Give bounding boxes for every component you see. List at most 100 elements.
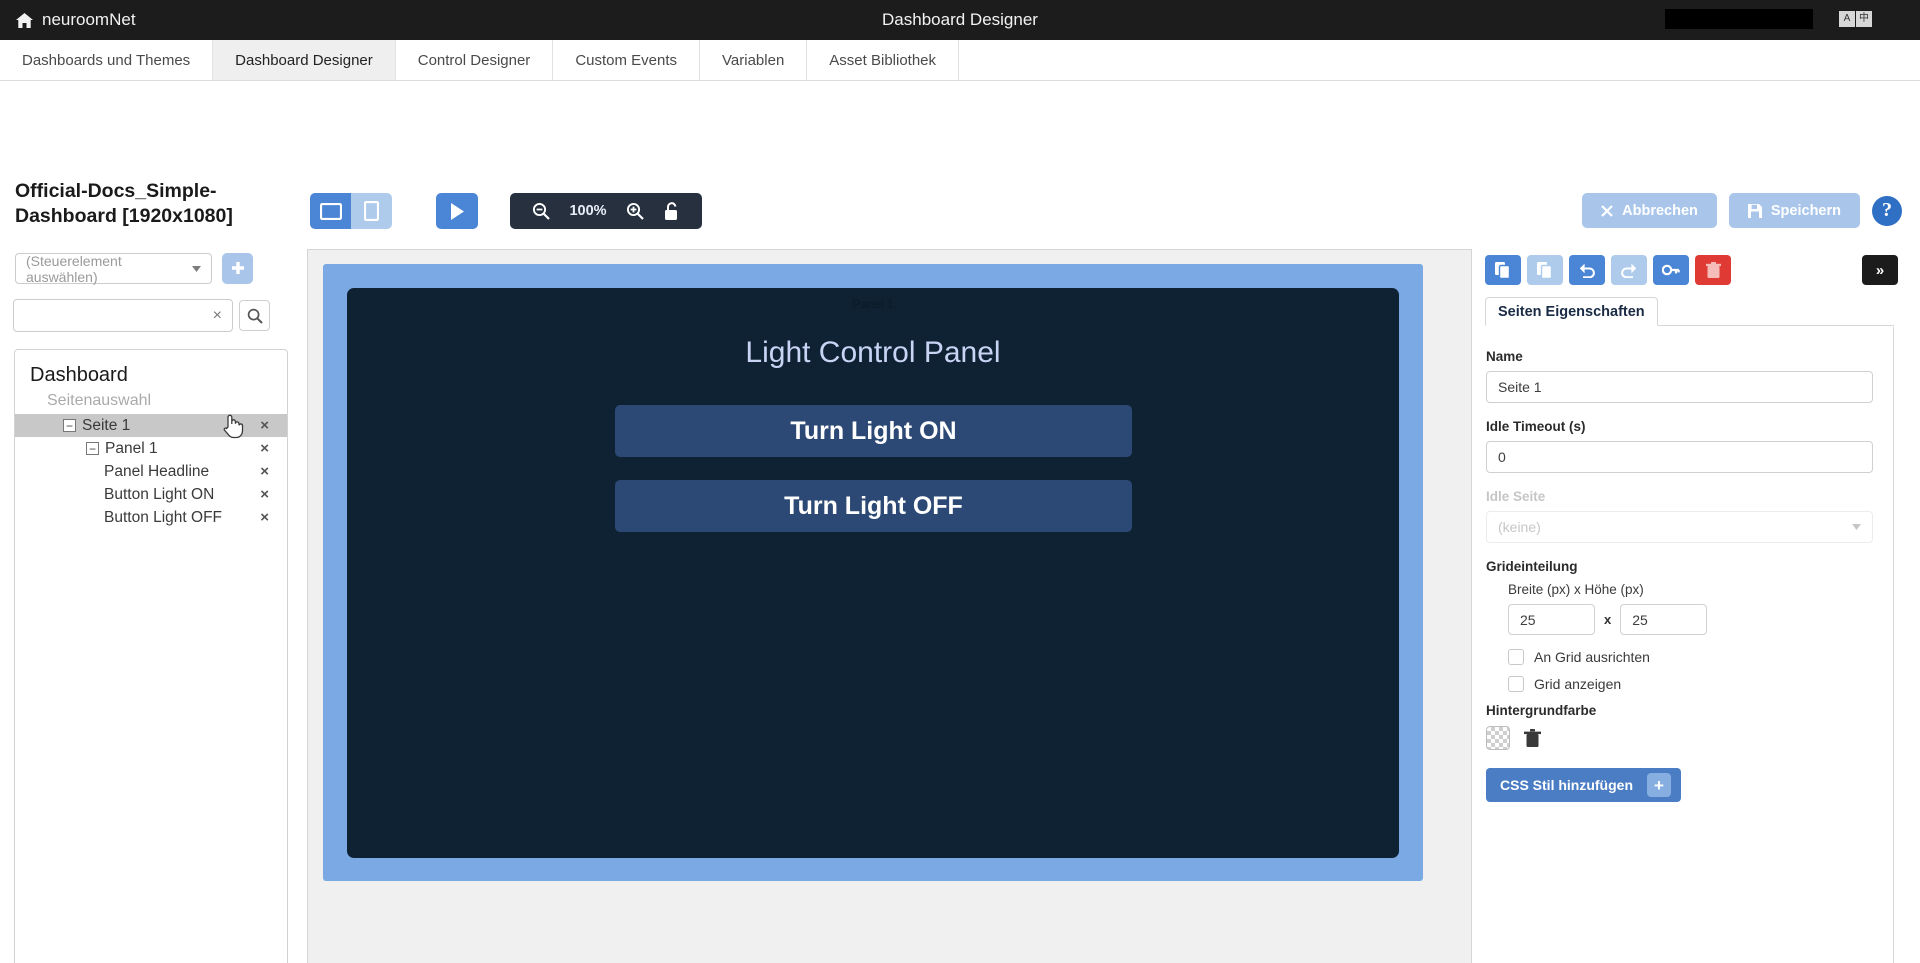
tree-item-label: Seite 1: [82, 417, 130, 435]
ime-cjk-icon: 中: [1856, 11, 1872, 27]
tree-group-label: Seitenauswahl: [15, 392, 287, 414]
background-color-row: [1486, 726, 1873, 750]
button-light-off[interactable]: Turn Light OFF: [615, 480, 1132, 532]
properties-panel: » Seiten Eigenschaften Name Seite 1 Idle…: [1478, 249, 1906, 963]
panel-label: Panel 1: [347, 297, 1399, 311]
zoom-level[interactable]: 100%: [560, 203, 616, 219]
nav-tab-custom-events[interactable]: Custom Events: [553, 40, 700, 80]
tree-item-button-light-on[interactable]: Button Light ON ×: [15, 483, 287, 506]
zoom-out-button[interactable]: [524, 193, 558, 229]
tab-seiten-eigenschaften[interactable]: Seiten Eigenschaften: [1485, 297, 1658, 326]
element-tree: Dashboard Seitenauswahl − Seite 1 × − Pa…: [14, 349, 288, 963]
search-input[interactable]: ×: [13, 299, 233, 332]
search-button[interactable]: [239, 300, 270, 331]
nav-tab-variablen[interactable]: Variablen: [700, 40, 807, 80]
main-nav: Dashboards und Themes Dashboard Designer…: [0, 40, 1920, 81]
lock-button[interactable]: [654, 193, 688, 229]
tree-item-panel-1[interactable]: − Panel 1 ×: [15, 437, 287, 460]
tree-item-label: Button Light ON: [104, 486, 214, 504]
nav-tab-asset-bibliothek[interactable]: Asset Bibliothek: [807, 40, 959, 80]
show-grid-checkbox[interactable]: Grid anzeigen: [1508, 676, 1873, 692]
brand-label: neuroomNet: [42, 10, 136, 30]
home-icon: [16, 13, 33, 28]
clear-search-icon[interactable]: ×: [213, 307, 222, 325]
zoom-in-button[interactable]: [618, 193, 652, 229]
tree-search-row: ×: [13, 299, 270, 332]
tree-item-panel-headline[interactable]: Panel Headline ×: [15, 460, 287, 483]
nav-tab-dashboard-designer[interactable]: Dashboard Designer: [213, 40, 396, 80]
tree-item-delete-icon[interactable]: ×: [260, 509, 269, 526]
properties-form: Name Seite 1 Idle Timeout (s) 0 Idle Sei…: [1478, 327, 1894, 963]
help-button[interactable]: ?: [1872, 196, 1902, 226]
redo-button[interactable]: [1611, 255, 1647, 285]
cancel-button[interactable]: Abbrechen: [1582, 193, 1717, 228]
zoom-toolbar: 100%: [510, 193, 702, 229]
idle-page-value: (keine): [1498, 519, 1541, 535]
collapse-toggle-icon[interactable]: −: [86, 442, 99, 455]
play-icon: [450, 203, 465, 220]
button-light-on[interactable]: Turn Light ON: [615, 405, 1132, 457]
add-control-button[interactable]: [222, 253, 253, 284]
clear-background-color-icon[interactable]: [1524, 729, 1541, 748]
undo-icon: [1578, 262, 1596, 278]
grid-dims-row: 25 x 25: [1508, 604, 1873, 635]
paste-button[interactable]: [1527, 255, 1563, 285]
idle-page-select[interactable]: (keine): [1486, 511, 1873, 543]
canvas-area[interactable]: Panel 1 Light Control Panel Turn Light O…: [307, 249, 1472, 963]
save-button[interactable]: Speichern: [1729, 193, 1860, 228]
tree-item-button-light-off[interactable]: Button Light OFF ×: [15, 506, 287, 529]
save-label: Speichern: [1771, 203, 1841, 219]
preview-button[interactable]: [436, 193, 478, 229]
show-grid-label: Grid anzeigen: [1534, 676, 1621, 692]
panel-headline[interactable]: Light Control Panel: [347, 336, 1399, 370]
collapse-panel-button[interactable]: »: [1862, 255, 1898, 285]
app-title: Dashboard Designer: [0, 10, 1920, 30]
plus-icon: +: [1647, 773, 1671, 797]
dashboard-page[interactable]: Panel 1 Light Control Panel Turn Light O…: [323, 264, 1423, 881]
cancel-label: Abbrechen: [1622, 203, 1698, 219]
chevron-down-icon: [1852, 524, 1861, 530]
trash-icon: [1706, 262, 1721, 279]
control-select[interactable]: (Steuerelement auswählen): [15, 253, 212, 284]
collapse-toggle-icon[interactable]: −: [63, 419, 76, 432]
properties-tabstrip: Seiten Eigenschaften: [1485, 297, 1894, 326]
grid-height-input[interactable]: 25: [1620, 604, 1707, 635]
tree-item-delete-icon[interactable]: ×: [260, 486, 269, 503]
redacted-area: [1665, 9, 1813, 29]
idle-timeout-input[interactable]: 0: [1486, 441, 1873, 473]
tree-item-delete-icon[interactable]: ×: [260, 463, 269, 480]
orientation-toggle: [310, 193, 392, 229]
ime-latin-icon: A: [1839, 11, 1855, 27]
tree-item-label: Panel 1: [105, 440, 158, 458]
dashboard-panel[interactable]: Panel 1 Light Control Panel Turn Light O…: [347, 288, 1399, 858]
page-title: Official-Docs_Simple-Dashboard [1920x108…: [15, 179, 285, 229]
delete-button[interactable]: [1695, 255, 1731, 285]
permissions-button[interactable]: [1653, 255, 1689, 285]
background-color-label: Hintergrundfarbe: [1486, 703, 1873, 718]
tree-item-label: Panel Headline: [104, 463, 209, 481]
name-label: Name: [1486, 349, 1873, 364]
color-swatch[interactable]: [1486, 726, 1510, 750]
snap-to-grid-checkbox[interactable]: An Grid ausrichten: [1508, 649, 1873, 665]
idle-page-label: Idle Seite: [1486, 489, 1873, 504]
name-input[interactable]: Seite 1: [1486, 371, 1873, 403]
orientation-portrait-button[interactable]: [351, 193, 392, 229]
nav-tab-control-designer[interactable]: Control Designer: [396, 40, 554, 80]
plus-icon: [230, 261, 246, 277]
copy-button[interactable]: [1485, 255, 1521, 285]
checkbox-icon: [1508, 676, 1524, 692]
orientation-landscape-button[interactable]: [310, 193, 351, 229]
tree-item-seite-1[interactable]: − Seite 1 ×: [15, 414, 287, 437]
undo-button[interactable]: [1569, 255, 1605, 285]
grid-width-input[interactable]: 25: [1508, 604, 1595, 635]
chevron-down-icon: [192, 266, 201, 272]
snap-to-grid-label: An Grid ausrichten: [1534, 649, 1650, 665]
add-css-style-button[interactable]: CSS Stil hinzufügen +: [1486, 768, 1681, 802]
tree-item-delete-icon[interactable]: ×: [260, 440, 269, 457]
nav-tab-dashboards-und-themes[interactable]: Dashboards und Themes: [0, 40, 213, 80]
close-icon: [1601, 205, 1613, 217]
brand[interactable]: neuroomNet: [16, 10, 136, 30]
ime-indicator[interactable]: A 中: [1839, 11, 1872, 27]
tree-item-delete-icon[interactable]: ×: [260, 417, 269, 434]
paste-icon: [1537, 262, 1553, 279]
